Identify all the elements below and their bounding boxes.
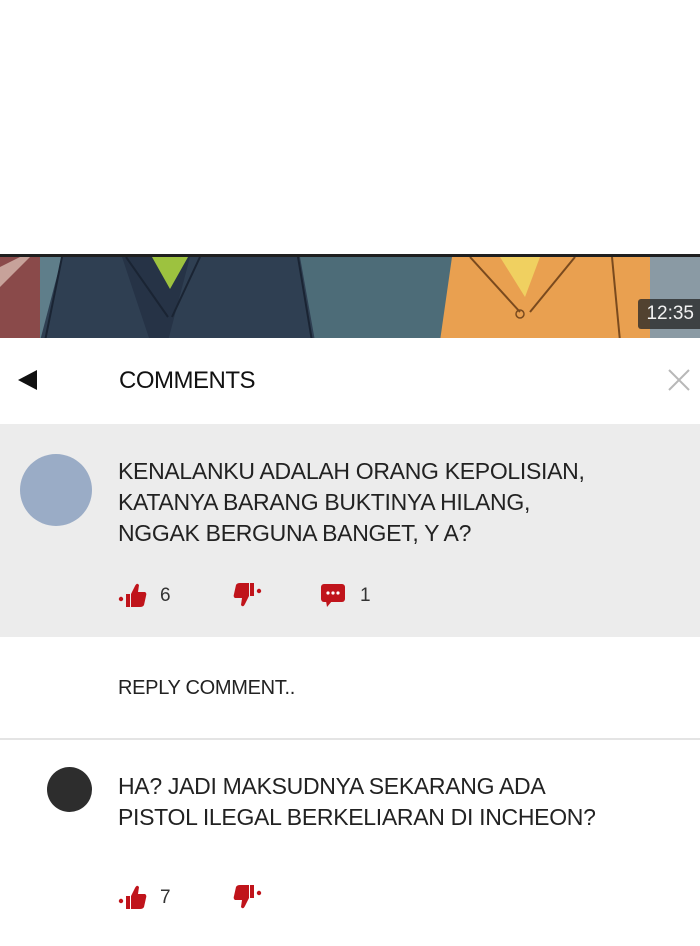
thumbs-down-icon[interactable] xyxy=(232,882,262,912)
comment-text: HA? JADI MAKSUDNYA SEKARANG ADA PISTOL I… xyxy=(118,773,596,830)
reply-bubble-icon[interactable] xyxy=(319,580,349,610)
comment-item: KENALANKU ADALAH ORANG KEPOLISIAN, KATAN… xyxy=(0,424,700,637)
comments-header xyxy=(0,338,700,424)
avatar[interactable] xyxy=(20,454,92,526)
thumbs-up-icon[interactable] xyxy=(118,580,148,610)
reply-comment-link[interactable]: REPLY COMMENT.. xyxy=(118,677,295,700)
thumbs-up-icon[interactable] xyxy=(118,882,148,912)
reply-comment-row[interactable]: REPLY COMMENT.. xyxy=(0,637,700,740)
video-timestamp: 12:35 xyxy=(638,299,700,329)
like-count: 6 xyxy=(160,585,171,606)
video-preview[interactable]: 12:35 xyxy=(0,254,700,338)
comment-actions: 6 1 xyxy=(118,580,418,610)
comment-actions: 7 xyxy=(118,882,418,912)
page-title: COMMENTS xyxy=(119,367,256,394)
reply-count: 1 xyxy=(360,585,371,606)
close-icon[interactable] xyxy=(667,368,691,392)
page-top-blank xyxy=(0,0,700,254)
video-frame-illustration xyxy=(0,257,700,338)
back-arrow-icon[interactable] xyxy=(18,370,37,390)
avatar[interactable] xyxy=(47,767,92,812)
comment-item: HA? JADI MAKSUDNYA SEKARANG ADA PISTOL I… xyxy=(0,740,700,946)
thumbs-down-icon[interactable] xyxy=(232,580,262,610)
like-count: 7 xyxy=(160,887,171,908)
comment-text: KENALANKU ADALAH ORANG KEPOLISIAN, KATAN… xyxy=(118,458,585,546)
